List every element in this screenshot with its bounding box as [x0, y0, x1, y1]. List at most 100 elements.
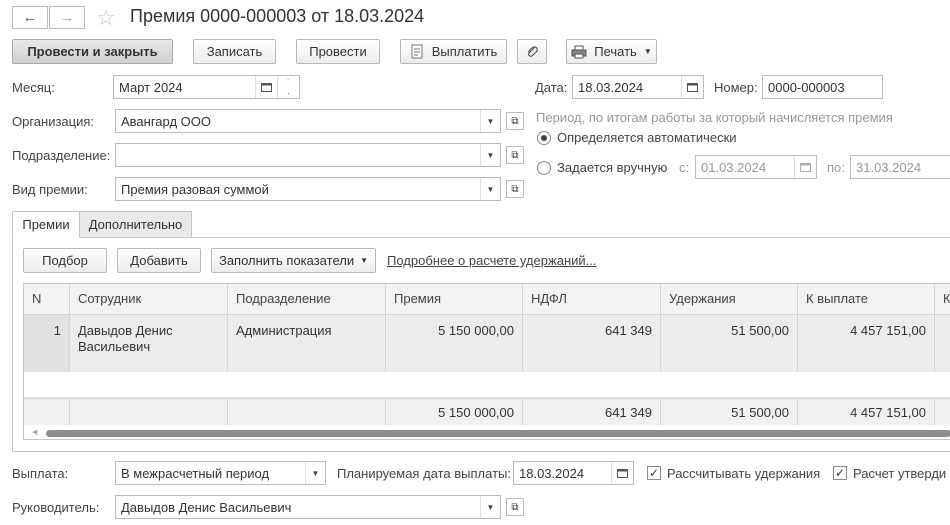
radio-manual-label: Задается вручную: [557, 160, 668, 175]
date-label: Дата:: [535, 80, 568, 95]
calendar-icon[interactable]: [255, 76, 277, 98]
total-employee: [70, 398, 228, 425]
bonus-type-field[interactable]: Премия разовая суммой ▼: [115, 177, 501, 201]
radio-auto[interactable]: [537, 131, 551, 145]
row-1-extra[interactable]: [935, 315, 950, 372]
empty-row[interactable]: [24, 372, 950, 398]
add-button[interactable]: Добавить: [117, 248, 201, 273]
open-manager-button[interactable]: ⧉: [506, 498, 524, 516]
month-stepper[interactable]: ˙.: [277, 76, 299, 98]
row-1-n[interactable]: 1: [24, 315, 70, 372]
col-header-extra[interactable]: К: [935, 284, 950, 315]
radio-manual[interactable]: [537, 161, 551, 175]
row-1-bonus[interactable]: 5 150 000,00: [386, 315, 523, 372]
attach-button[interactable]: [517, 39, 547, 64]
open-organization-button[interactable]: ⧉: [506, 112, 524, 130]
col-header-to-pay[interactable]: К выплате: [798, 284, 935, 315]
total-to-pay: 4 457 151,00: [798, 398, 935, 425]
printer-icon: [571, 45, 587, 58]
dropdown-arrow-icon[interactable]: ▼: [480, 144, 500, 166]
open-department-button[interactable]: ⧉: [506, 146, 524, 164]
fill-indicators-label: Заполнить показатели: [218, 253, 355, 268]
manager-value: Давыдов Денис Васильевич: [121, 499, 292, 515]
period-to-value: 31.03.2024: [856, 159, 922, 175]
tab-panel-border: [12, 237, 13, 452]
dropdown-arrow-icon[interactable]: ▼: [480, 178, 500, 200]
favorite-star-icon[interactable]: ☆: [96, 5, 116, 31]
page-title: Премия 0000-000003 от 18.03.2024: [130, 6, 425, 26]
col-header-department[interactable]: Подразделение: [228, 284, 386, 315]
month-label: Месяц:: [12, 80, 55, 95]
organization-field[interactable]: Авангард ООО ▼: [115, 109, 501, 133]
checkmark-icon: ✓: [834, 466, 846, 480]
planned-date-label: Планируемая дата выплаты:: [337, 466, 511, 481]
total-bonus: 5 150 000,00: [386, 398, 523, 425]
dropdown-arrow-icon[interactable]: ▼: [305, 462, 325, 484]
calendar-icon[interactable]: [681, 76, 703, 98]
col-header-deductions[interactable]: Удержания: [661, 284, 798, 315]
tab-additional[interactable]: Дополнительно: [80, 211, 192, 238]
number-field[interactable]: 0000-000003: [762, 75, 883, 99]
month-field[interactable]: Март 2024 ˙.: [113, 75, 300, 99]
col-header-employee[interactable]: Сотрудник: [70, 284, 228, 315]
post-and-close-button[interactable]: Провести и закрыть: [12, 39, 173, 64]
total-extra: [935, 398, 950, 425]
organization-value: Авангард ООО: [121, 113, 211, 129]
open-bonus-type-button[interactable]: ⧉: [506, 180, 524, 198]
total-n: [24, 398, 70, 425]
planned-date-field[interactable]: 18.03.2024: [513, 461, 634, 485]
scrollbar-thumb[interactable]: [46, 430, 950, 437]
col-header-n[interactable]: N: [24, 284, 70, 315]
month-value: Март 2024: [119, 79, 183, 95]
col-header-ndfl[interactable]: НДФЛ: [523, 284, 661, 315]
pick-button[interactable]: Подбор: [23, 248, 107, 273]
dropdown-arrow-icon[interactable]: ▼: [480, 110, 500, 132]
calc-approved-checkbox[interactable]: ✓: [833, 466, 847, 480]
post-button[interactable]: Провести: [296, 39, 380, 64]
print-button-label: Печать: [594, 44, 637, 59]
to-label: по:: [827, 160, 845, 175]
checkmark-icon: ✓: [648, 466, 660, 480]
tab-bonuses[interactable]: Премии: [12, 211, 80, 238]
period-from-field[interactable]: 01.03.2024: [695, 155, 817, 179]
calendar-icon[interactable]: [794, 156, 816, 178]
radio-auto-label: Определяется автоматически: [557, 130, 737, 145]
bonuses-table[interactable]: N Сотрудник Подразделение Премия НДФЛ Уд…: [23, 283, 950, 440]
calendar-icon[interactable]: [611, 462, 633, 484]
bonus-type-value: Премия разовая суммой: [121, 181, 269, 197]
row-1-department[interactable]: Администрация: [228, 315, 386, 372]
col-header-bonus[interactable]: Премия: [386, 284, 523, 315]
calc-approved-label: Расчет утверди: [853, 466, 947, 481]
forward-button[interactable]: →: [49, 6, 85, 29]
calc-deductions-checkbox[interactable]: ✓: [647, 466, 661, 480]
dropdown-arrow-icon[interactable]: ▼: [480, 496, 500, 518]
arrow-right-icon: →: [59, 9, 75, 26]
department-field[interactable]: ▼: [115, 143, 501, 167]
number-value: 0000-000003: [768, 79, 845, 95]
back-button[interactable]: ←: [12, 6, 48, 29]
period-from-value: 01.03.2024: [701, 159, 767, 175]
date-value: 18.03.2024: [578, 79, 644, 95]
department-label: Подразделение:: [12, 148, 111, 163]
calc-deductions-label: Рассчитывать удержания: [667, 466, 821, 481]
row-1-ndfl[interactable]: 641 349: [523, 315, 661, 372]
save-button[interactable]: Записать: [193, 39, 276, 64]
pay-button-label: Выплатить: [431, 44, 498, 59]
pay-button[interactable]: Выплатить: [400, 39, 507, 64]
planned-date-value: 18.03.2024: [519, 465, 585, 481]
row-1-employee[interactable]: Давыдов Денис Васильевич: [70, 315, 228, 372]
row-1-to-pay[interactable]: 4 457 151,00: [798, 315, 935, 372]
horizontal-scrollbar[interactable]: ◀: [24, 425, 950, 439]
date-field[interactable]: 18.03.2024: [572, 75, 704, 99]
fill-indicators-button[interactable]: Заполнить показатели ▼: [211, 248, 376, 273]
period-to-field[interactable]: 31.03.2024: [850, 155, 950, 179]
chevron-down-icon: ▼: [643, 47, 652, 56]
scroll-left-icon[interactable]: ◀: [32, 428, 37, 436]
row-1-deductions[interactable]: 51 500,00: [661, 315, 798, 372]
from-label: с:: [679, 160, 690, 175]
print-button[interactable]: Печать ▼: [566, 39, 657, 64]
deductions-details-link[interactable]: Подробнее о расчете удержаний...: [387, 253, 597, 268]
payout-field[interactable]: В межрасчетный период ▼: [115, 461, 326, 485]
open-form-icon: ⧉: [511, 501, 519, 513]
manager-field[interactable]: Давыдов Денис Васильевич ▼: [115, 495, 501, 519]
